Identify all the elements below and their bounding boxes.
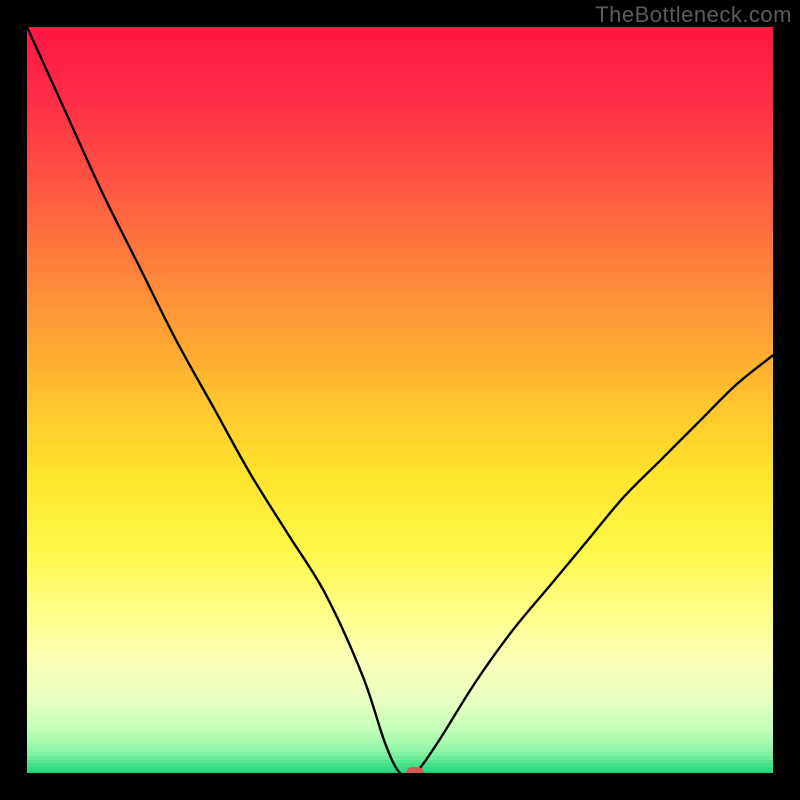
- chart-frame: TheBottleneck.com: [0, 0, 800, 800]
- curve-layer: [27, 27, 773, 773]
- bottleneck-curve: [27, 27, 773, 773]
- watermark-text: TheBottleneck.com: [595, 2, 792, 28]
- plot-area: [27, 27, 773, 773]
- bottleneck-marker: [406, 767, 424, 773]
